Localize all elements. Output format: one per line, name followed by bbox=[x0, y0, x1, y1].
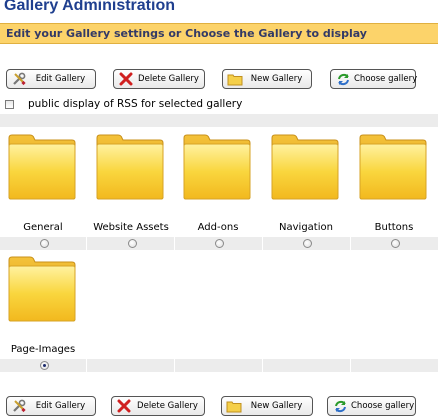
edit-gallery-label: Edit Gallery bbox=[35, 401, 86, 411]
new-gallery-button[interactable]: New Gallery bbox=[222, 69, 312, 89]
gallery-label-website-assets: Website Assets bbox=[93, 222, 169, 233]
radio-add-ons[interactable] bbox=[215, 239, 224, 248]
folder-icon bbox=[226, 398, 242, 414]
cell-divider bbox=[350, 359, 351, 372]
tools-icon bbox=[11, 71, 27, 87]
cell-divider bbox=[262, 359, 263, 372]
radio-navigation[interactable] bbox=[303, 239, 312, 248]
gallery-label-buttons: Buttons bbox=[374, 222, 414, 233]
delete-x-icon bbox=[116, 398, 132, 414]
folder-icon[interactable] bbox=[359, 134, 427, 200]
delete-gallery-button-bottom[interactable]: Delete Gallery bbox=[111, 396, 205, 416]
new-gallery-label: New Gallery bbox=[250, 401, 303, 411]
edit-gallery-button-bottom[interactable]: Edit Gallery bbox=[6, 396, 96, 416]
refresh-icon bbox=[332, 398, 348, 414]
choose-gallery-label: Choose gallery bbox=[351, 401, 415, 411]
banner-text: Edit your Gallery settings or Choose the… bbox=[6, 27, 367, 40]
rss-option-row: public display of RSS for selected galle… bbox=[5, 97, 242, 111]
cell-divider bbox=[86, 359, 87, 372]
radio-page-images[interactable] bbox=[40, 361, 49, 370]
new-gallery-label: New Gallery bbox=[250, 74, 303, 84]
instruction-banner: Edit your Gallery settings or Choose the… bbox=[0, 23, 438, 44]
edit-gallery-button[interactable]: Edit Gallery bbox=[6, 69, 96, 89]
new-gallery-button-bottom[interactable]: New Gallery bbox=[221, 396, 313, 416]
gallery-label-navigation: Navigation bbox=[279, 222, 333, 233]
folder-icon[interactable] bbox=[271, 134, 339, 200]
choose-gallery-label: Choose gallery bbox=[354, 74, 418, 84]
rss-checkbox[interactable] bbox=[5, 99, 14, 109]
radio-row bbox=[0, 359, 438, 372]
delete-x-icon bbox=[118, 71, 134, 87]
edit-gallery-label: Edit Gallery bbox=[35, 74, 86, 84]
folder-icon[interactable] bbox=[183, 134, 251, 200]
folder-icon bbox=[227, 71, 243, 87]
cell-divider bbox=[262, 237, 263, 250]
delete-gallery-label: Delete Gallery bbox=[137, 401, 198, 411]
radio-buttons[interactable] bbox=[391, 239, 400, 248]
delete-gallery-label: Delete Gallery bbox=[138, 74, 199, 84]
cell-divider bbox=[174, 237, 175, 250]
delete-gallery-button[interactable]: Delete Gallery bbox=[113, 69, 205, 89]
gallery-label-add-ons: Add-ons bbox=[197, 222, 239, 233]
radio-website-assets[interactable] bbox=[128, 239, 137, 248]
gallery-label-page-images: Page-Images bbox=[10, 344, 76, 355]
cell-divider bbox=[174, 359, 175, 372]
folder-icon[interactable] bbox=[8, 134, 76, 200]
tools-icon bbox=[11, 398, 27, 414]
cell-divider bbox=[350, 237, 351, 250]
refresh-icon bbox=[335, 71, 351, 87]
gallery-label-general: General bbox=[23, 222, 63, 233]
table-separator bbox=[0, 114, 438, 127]
folder-icon[interactable] bbox=[8, 256, 76, 322]
folder-icon[interactable] bbox=[96, 134, 164, 200]
page-title: Gallery Administration bbox=[4, 0, 175, 14]
rss-label: public display of RSS for selected galle… bbox=[28, 98, 243, 110]
choose-gallery-button-bottom[interactable]: Choose gallery bbox=[327, 396, 416, 416]
radio-general[interactable] bbox=[40, 239, 49, 248]
choose-gallery-button[interactable]: Choose gallery bbox=[330, 69, 417, 89]
cell-divider bbox=[86, 237, 87, 250]
